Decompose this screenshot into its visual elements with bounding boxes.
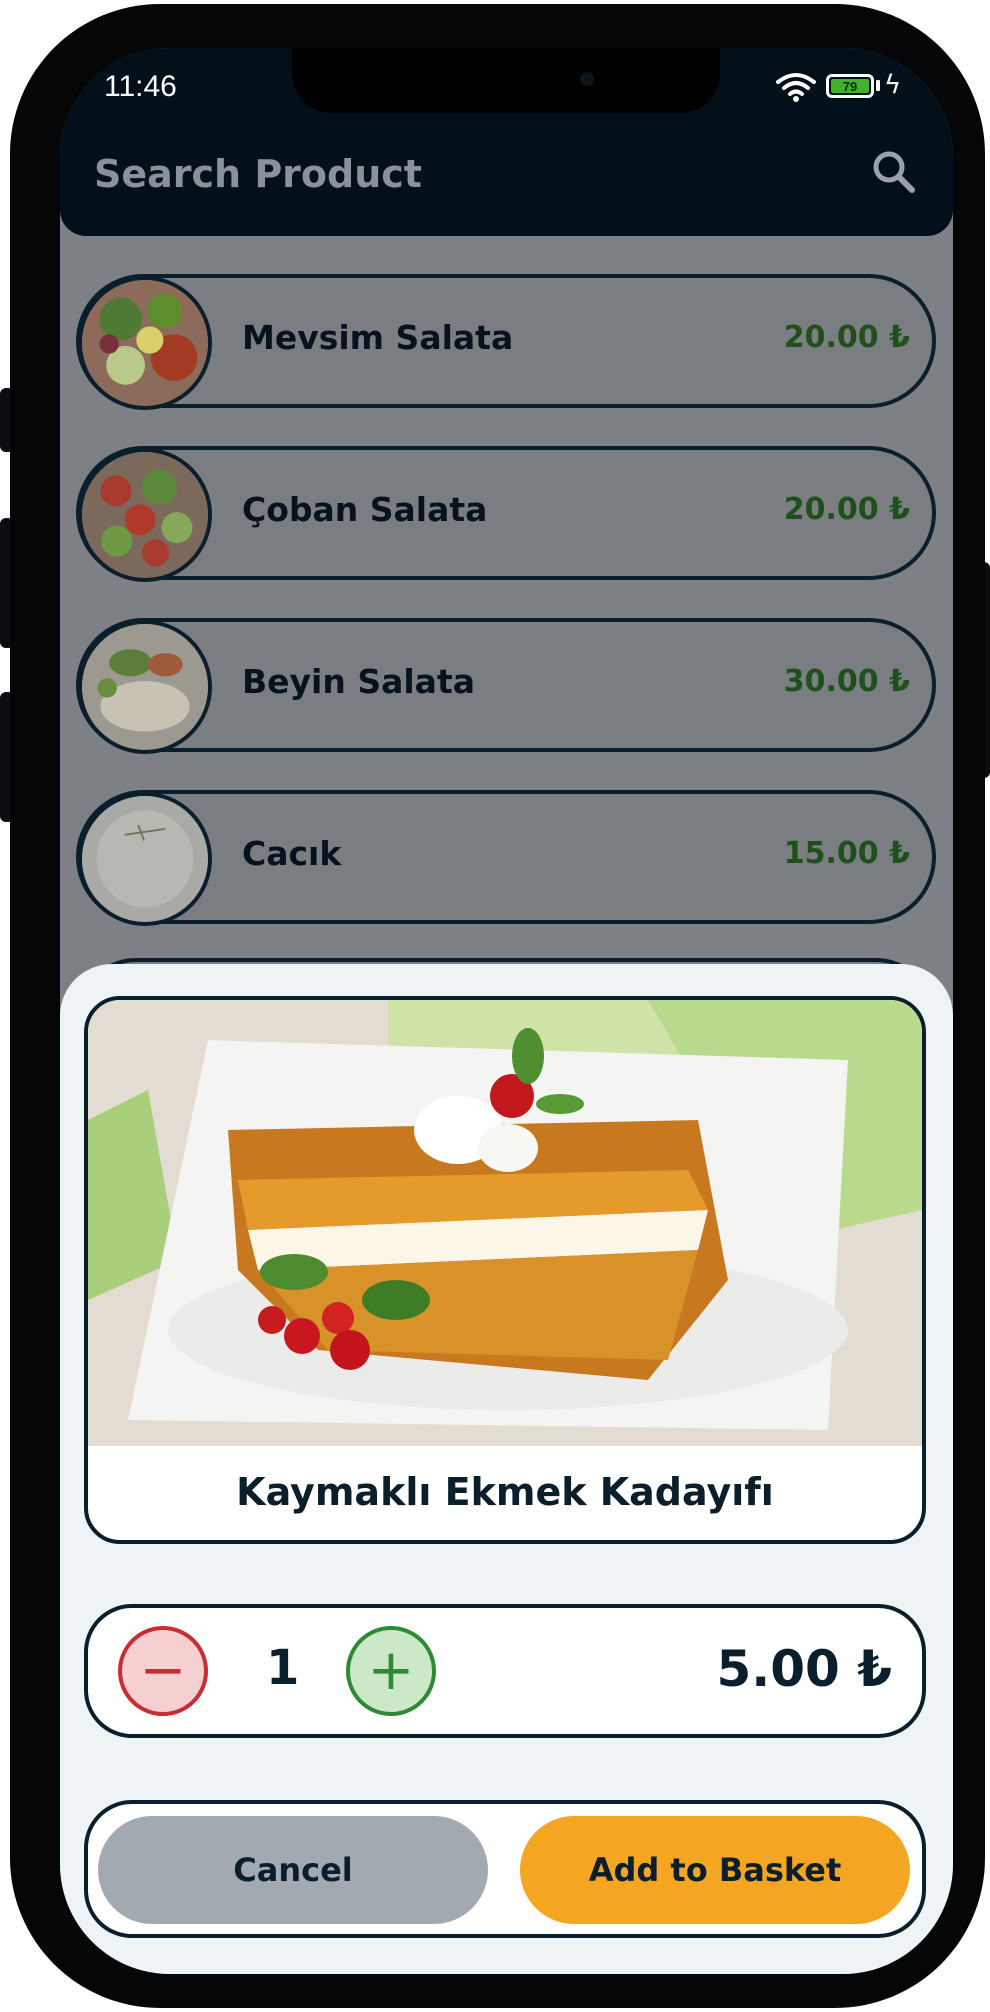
product-price: 20.00 ₺ — [783, 320, 910, 355]
product-price: 30.00 ₺ — [783, 664, 910, 699]
charging-bolt-icon: ϟ — [884, 70, 902, 100]
quantity-value: 1 — [266, 1640, 300, 1696]
product-name: Çoban Salata — [242, 490, 488, 529]
battery-level: 79 — [831, 79, 869, 94]
product-thumbnail-cacik — [78, 792, 212, 926]
product-name: Mevsim Salata — [242, 318, 514, 357]
total-price: 5.00 ₺ — [716, 1640, 892, 1698]
product-detail-sheet: Kaymaklı Ekmek Kadayıfı − 1 + 5.00 ₺ Can… — [60, 964, 953, 1974]
front-camera — [580, 72, 594, 86]
action-bar: Cancel Add to Basket — [84, 1800, 926, 1938]
product-item[interactable]: Cacık 15.00 ₺ — [76, 790, 936, 926]
product-item[interactable]: Mevsim Salata 20.00 ₺ — [76, 274, 936, 410]
app-screen: 11:46 79 ϟ Search Product Mevsim Salata … — [60, 48, 953, 1974]
product-item[interactable]: Çoban Salata 20.00 ₺ — [76, 446, 936, 582]
decrease-quantity-button[interactable]: − — [118, 1626, 208, 1716]
product-detail-card: Kaymaklı Ekmek Kadayıfı — [84, 996, 926, 1544]
search-icon[interactable] — [870, 148, 916, 194]
phone-frame: 11:46 79 ϟ Search Product Mevsim Salata … — [10, 4, 985, 2008]
search-input[interactable] — [94, 144, 794, 204]
product-price: 15.00 ₺ — [783, 836, 910, 871]
product-item[interactable]: Beyin Salata 30.00 ₺ — [76, 618, 936, 754]
product-name: Cacık — [242, 834, 342, 873]
product-thumbnail-mevsim-salata — [78, 276, 212, 410]
battery-tip — [876, 80, 880, 91]
battery-icon: 79 — [826, 74, 874, 98]
product-price: 20.00 ₺ — [783, 492, 910, 527]
product-thumbnail-beyin-salata — [78, 620, 212, 754]
add-to-basket-button[interactable]: Add to Basket — [520, 1816, 910, 1924]
cancel-button[interactable]: Cancel — [98, 1816, 488, 1924]
quantity-card: − 1 + 5.00 ₺ — [84, 1604, 926, 1738]
app-header: 11:46 79 ϟ — [60, 48, 953, 236]
product-name: Beyin Salata — [242, 662, 475, 701]
product-title: Kaymaklı Ekmek Kadayıfı — [236, 1470, 774, 1514]
wifi-icon — [776, 73, 816, 102]
screen-notch — [292, 48, 720, 113]
increase-quantity-button[interactable]: + — [346, 1626, 436, 1716]
product-list: Mevsim Salata 20.00 ₺ Çoban Salata 20.00… — [76, 274, 936, 962]
status-time: 11:46 — [104, 70, 177, 103]
product-thumbnail-coban-salata — [78, 448, 212, 582]
product-image — [88, 1000, 922, 1446]
